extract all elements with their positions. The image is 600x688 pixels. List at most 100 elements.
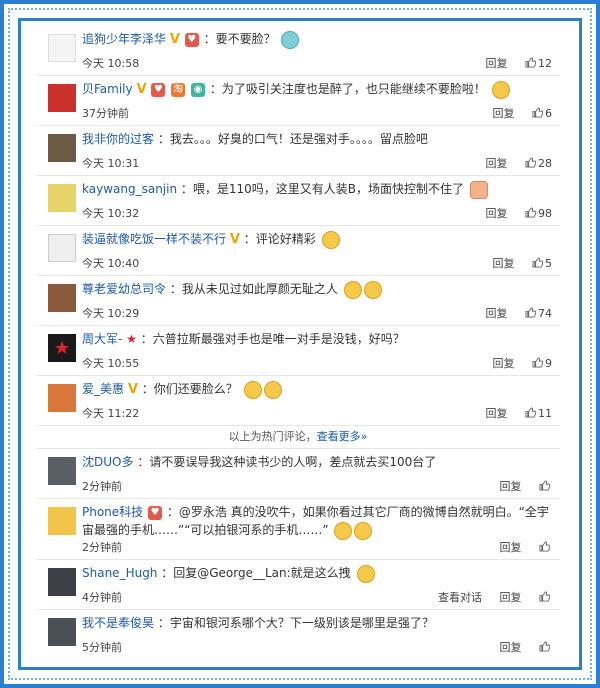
- comment-time: 今天 10:58: [82, 57, 140, 70]
- avatar[interactable]: [48, 457, 76, 485]
- comment-list: 追狗少年李泽华 V ♥ ：要不要脸？ 今天 10:58 回复 12 贝Famil…: [36, 26, 560, 659]
- comment-row: 爱_美惠 V ：你们还要脸么？ 今天 11:22 回复 11: [36, 376, 560, 426]
- comment-time: 今天 10:31: [82, 157, 140, 170]
- like-count: 98: [538, 207, 552, 220]
- comment-text: ：你们还要脸么？: [141, 382, 238, 396]
- view-conversation-link[interactable]: 查看对话: [438, 591, 482, 604]
- comment-time: 4分钟前: [82, 591, 122, 604]
- like-button[interactable]: 12: [525, 57, 552, 70]
- thumb-up-icon: [532, 107, 543, 118]
- reply-button[interactable]: 回复: [500, 641, 522, 654]
- like-button[interactable]: [539, 641, 552, 654]
- star-icon: [55, 341, 69, 354]
- avatar[interactable]: [48, 234, 76, 262]
- reply-button[interactable]: 回复: [486, 157, 508, 170]
- comment-row: 周大军- ★ ：六普拉斯最强对手也是唯一对手是没钱，好吗？ 今天 10:55 回…: [36, 326, 560, 376]
- avatar[interactable]: [48, 84, 76, 112]
- comment-username[interactable]: 爱_美惠: [82, 382, 124, 396]
- emoji-icon: [343, 280, 362, 299]
- like-count: 11: [538, 407, 552, 420]
- comment-username[interactable]: Shane_Hugh: [82, 566, 157, 580]
- comment-row: 沈DUO多 ：请不要误导我这种读书少的人啊，差点就去买100台了 2分钟前 回复: [36, 449, 560, 499]
- avatar[interactable]: [48, 334, 76, 362]
- reply-button[interactable]: 回复: [500, 591, 522, 604]
- verified-icon: V: [229, 232, 240, 247]
- thumb-up-icon: [532, 357, 543, 368]
- divider-text: 以上为热门评论，: [228, 430, 317, 443]
- comment-time: 今天 10:40: [82, 257, 140, 270]
- comment-username[interactable]: kaywang_sanjin: [82, 182, 177, 196]
- comment-text: ：宇宙和银河系哪个大？下一级别该是哪里是强了？: [157, 616, 434, 630]
- like-button[interactable]: 5: [532, 257, 552, 270]
- like-button[interactable]: 28: [525, 157, 552, 170]
- gift-icon: ♥: [148, 505, 163, 520]
- comment-time: 今天 11:22: [82, 407, 140, 420]
- avatar[interactable]: [48, 618, 76, 646]
- comment-row: 尊老爱幼总司令 ：我从未见过如此厚颜无耻之人 今天 10:29 回复 74: [36, 276, 560, 326]
- comment-text: ：要不要脸？: [203, 32, 276, 46]
- like-button[interactable]: 98: [525, 207, 552, 220]
- thumb-up-icon: [525, 307, 536, 318]
- comment-username[interactable]: 我非你的过客: [82, 132, 154, 146]
- emoji-icon: [321, 230, 340, 249]
- reply-button[interactable]: 回复: [486, 207, 508, 220]
- thumb-up-icon: [539, 480, 550, 491]
- reply-button[interactable]: 回复: [486, 57, 508, 70]
- comment-username[interactable]: 贝Family: [82, 82, 133, 96]
- avatar[interactable]: [48, 384, 76, 412]
- like-button[interactable]: 9: [532, 357, 552, 370]
- like-button[interactable]: 74: [525, 307, 552, 320]
- comment-username[interactable]: 沈DUO多: [82, 455, 133, 469]
- comment-username[interactable]: 我不是奉俊昊: [82, 616, 154, 630]
- thumb-up-icon: [525, 407, 536, 418]
- like-button[interactable]: 6: [532, 107, 552, 120]
- avatar[interactable]: [48, 134, 76, 162]
- thumb-up-icon: [525, 57, 536, 68]
- like-count: 74: [538, 307, 552, 320]
- reply-button[interactable]: 回复: [500, 480, 522, 493]
- emoji-icon: [281, 30, 300, 49]
- emoji-icon: [334, 521, 353, 540]
- avatar[interactable]: [48, 568, 76, 596]
- thumb-up-icon: [525, 157, 536, 168]
- like-button[interactable]: [539, 480, 552, 493]
- comment-row: kaywang_sanjin ：喂，是110吗，这里又有人装B，场面快控制不住了…: [36, 176, 560, 226]
- reply-button[interactable]: 回复: [486, 307, 508, 320]
- like-count: 28: [538, 157, 552, 170]
- comment-text: ：请不要误导我这种读书少的人啊，差点就去买100台了: [137, 455, 437, 469]
- comment-row: Shane_Hugh ：回复@George__Lan:就是这么拽 4分钟前 查看…: [36, 560, 560, 610]
- comment-username[interactable]: 装逼就像吃饭一样不装不行: [82, 232, 226, 246]
- comment-row: 追狗少年李泽华 V ♥ ：要不要脸？ 今天 10:58 回复 12: [36, 26, 560, 76]
- avatar[interactable]: [48, 507, 76, 535]
- reply-button[interactable]: 回复: [493, 357, 515, 370]
- verified-icon: V: [169, 32, 180, 47]
- reply-button[interactable]: 回复: [493, 107, 515, 120]
- emoji-icon: [491, 80, 510, 99]
- comment-username[interactable]: 尊老爱幼总司令: [82, 282, 166, 296]
- see-more-link[interactable]: 查看更多»: [317, 430, 368, 443]
- comment-username[interactable]: Phone科技: [82, 505, 143, 519]
- avatar[interactable]: [48, 34, 76, 62]
- reply-button[interactable]: 回复: [486, 407, 508, 420]
- cool-emoji-icon: [356, 564, 375, 583]
- comment-username[interactable]: 追狗少年李泽华: [82, 32, 166, 46]
- like-button[interactable]: [539, 541, 552, 554]
- shop-icon: 淘: [171, 82, 186, 97]
- comment-row: 装逼就像吃饭一样不装不行 V ：评论好精彩 今天 10:40 回复 5: [36, 226, 560, 276]
- like-button[interactable]: [539, 591, 552, 604]
- like-button[interactable]: 11: [525, 407, 552, 420]
- reply-button[interactable]: 回复: [493, 257, 515, 270]
- reply-button[interactable]: 回复: [500, 541, 522, 554]
- comment-row: 贝Family V ♥ 淘 ◉ ：为了吸引关注度也是醉了，也只能继续不要脸啦！ …: [36, 76, 560, 126]
- camera-icon: ◉: [191, 82, 205, 97]
- clap-emoji-icon: [469, 180, 488, 199]
- verified-icon: V: [136, 82, 147, 97]
- gift-icon: ♥: [184, 32, 199, 47]
- comment-time: 今天 10:29: [82, 307, 140, 320]
- screenshot-frame: 追狗少年李泽华 V ♥ ：要不要脸？ 今天 10:58 回复 12 贝Famil…: [0, 0, 600, 688]
- comment-time: 2分钟前: [82, 480, 122, 493]
- avatar[interactable]: [48, 284, 76, 312]
- comment-username[interactable]: 周大军-: [82, 332, 122, 346]
- avatar[interactable]: [48, 184, 76, 212]
- comment-time: 37分钟前: [82, 107, 129, 120]
